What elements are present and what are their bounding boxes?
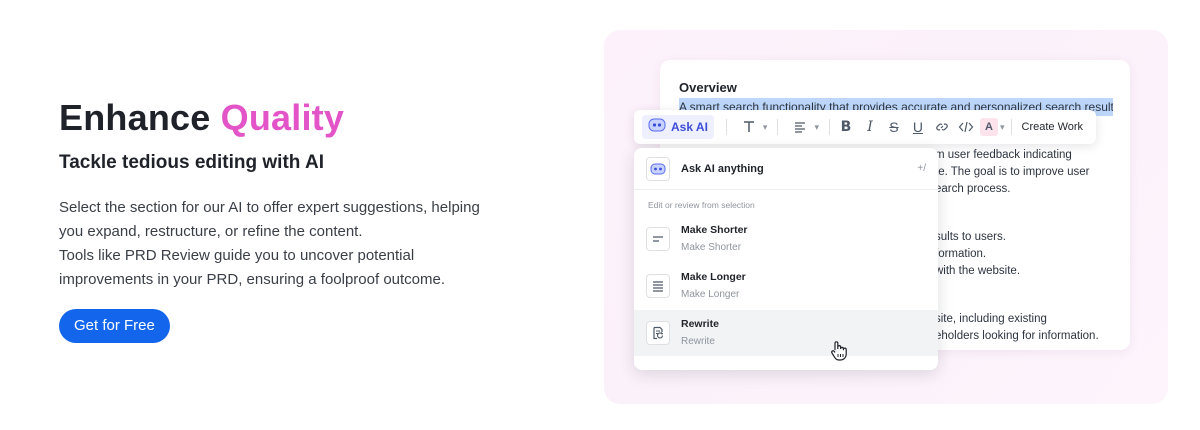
align-left-icon <box>788 115 812 139</box>
document-heading: Overview <box>679 80 737 95</box>
rewrite-item[interactable]: Rewrite Rewrite <box>634 310 938 356</box>
hero-description-line: improvements in your PRD, ensuring a foo… <box>59 271 446 288</box>
hero-title: Enhance Quality <box>59 96 529 140</box>
document-text-line: formation. <box>935 248 987 260</box>
chevron-down-icon: ▾ <box>814 121 819 132</box>
get-for-free-button[interactable]: Get for Free <box>59 309 170 343</box>
underline-icon[interactable]: U <box>906 115 930 139</box>
menu-item-subtitle: Make Shorter <box>681 242 742 253</box>
document-text-line: sults to users. <box>935 231 1006 243</box>
make-shorter-item[interactable]: Make Shorter Make Shorter <box>634 216 938 262</box>
menu-item-subtitle: Rewrite <box>681 336 715 347</box>
toolbar-divider <box>1010 119 1012 135</box>
hero-title-main: Enhance <box>59 97 221 138</box>
text-style-dropdown[interactable]: ▾ <box>731 110 774 144</box>
text-shorter-icon <box>646 227 670 251</box>
formatting-toolbar: Ask AI ▾ ▾ B I S U A ▾ Create Work <box>634 110 1096 144</box>
hero-title-accent: Quality <box>220 97 345 138</box>
menu-item-text: Make Shorter Make Shorter <box>681 223 748 255</box>
strikethrough-icon[interactable]: S <box>882 115 906 139</box>
ask-ai-anything-label: Ask AI anything <box>681 162 764 175</box>
ask-ai-anything-item[interactable]: Ask AI anything +/ <box>634 148 938 190</box>
bold-icon[interactable]: B <box>834 115 858 139</box>
italic-icon[interactable]: I <box>858 115 882 139</box>
link-icon[interactable] <box>930 115 954 139</box>
make-longer-item[interactable]: Make Longer Make Longer <box>634 263 938 309</box>
menu-item-title: Make Shorter <box>681 224 748 236</box>
ai-bot-icon <box>648 118 666 137</box>
keyboard-shortcut: +/ <box>917 163 926 174</box>
text-color-dropdown[interactable]: A ▾ <box>978 110 1007 144</box>
text-longer-icon <box>646 274 670 298</box>
align-dropdown[interactable]: ▾ <box>782 110 825 144</box>
toolbar-divider <box>725 119 727 135</box>
hero-section: Enhance Quality Tackle tedious editing w… <box>59 96 529 343</box>
menu-item-text: Rewrite Rewrite <box>681 317 719 349</box>
menu-item-subtitle: Make Longer <box>681 289 740 300</box>
ask-ai-label: Ask AI <box>671 120 708 134</box>
document-text-line: te. The goal is to improve user <box>935 166 1090 178</box>
document-text-line: eholders looking for information. <box>935 330 1099 342</box>
hero-description-line: Select the section for our AI to offer e… <box>59 199 480 216</box>
text-type-icon <box>737 115 761 139</box>
ask-ai-button[interactable]: Ask AI <box>642 115 714 139</box>
chevron-down-icon: ▾ <box>999 121 1005 132</box>
ai-action-menu: Ask AI anything +/ Edit or review from s… <box>634 148 938 370</box>
menu-item-title: Rewrite <box>681 318 719 330</box>
hero-description: Select the section for our AI to offer e… <box>59 196 499 292</box>
document-text-line: m user feedback indicating <box>935 149 1072 161</box>
menu-item-text: Make Longer Make Longer <box>681 270 746 302</box>
rewrite-icon <box>646 321 670 345</box>
text-color-icon: A <box>979 118 998 136</box>
ai-bot-icon <box>646 156 670 181</box>
document-text-line: with the website. <box>935 265 1021 277</box>
hand-pointer-icon <box>829 340 849 367</box>
code-icon[interactable] <box>954 115 978 139</box>
menu-section-label: Edit or review from selection <box>648 200 755 210</box>
toolbar-divider <box>828 119 830 135</box>
toolbar-divider <box>777 119 779 135</box>
menu-item-title: Make Longer <box>681 271 746 283</box>
chevron-down-icon: ▾ <box>762 121 768 132</box>
document-text-line: earch process. <box>935 183 1011 195</box>
document-text-line: site, including existing <box>935 313 1047 325</box>
create-work-button[interactable]: Create Work <box>1016 121 1084 133</box>
hero-description-line: Tools like PRD Review guide you to uncov… <box>59 247 415 264</box>
hero-description-line: you expand, restructure, or refine the c… <box>59 223 363 240</box>
hero-subtitle: Tackle tedious editing with AI <box>59 152 324 173</box>
